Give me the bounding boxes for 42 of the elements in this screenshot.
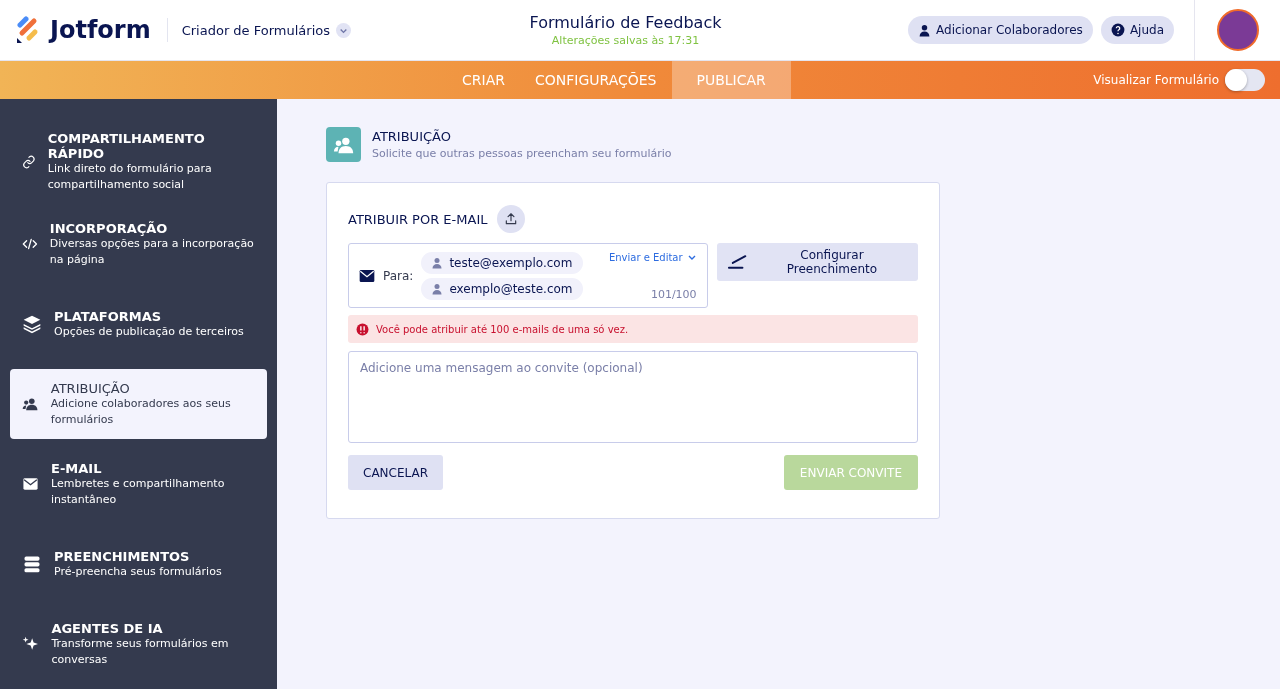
app-menu[interactable]: Criador de Formulários bbox=[181, 22, 351, 38]
recipient-chip[interactable]: teste@exemplo.com bbox=[421, 251, 583, 274]
save-status: Alterações salvas às 17:31 bbox=[551, 34, 700, 47]
person-icon bbox=[431, 282, 444, 295]
upload-icon bbox=[504, 212, 519, 226]
form-title: Formulário de Feedback bbox=[529, 13, 722, 32]
person-icon bbox=[918, 23, 931, 37]
stack-icon bbox=[22, 554, 42, 574]
message-field[interactable]: Adicione uma mensagem ao convite (opcional) bbox=[348, 351, 918, 443]
sidebar-item[interactable]: PLATAFORMAS Opções de publicação de terceiros bbox=[10, 289, 267, 359]
section-title: ATRIBUIÇÃO bbox=[372, 129, 452, 144]
card-title: ATRIBUIR POR E-MAIL bbox=[348, 211, 488, 227]
preview-label: Visualizar Formulário bbox=[1093, 73, 1219, 87]
sidebar-item[interactable]: AGENTES DE IA Transforme seus formulários em conversas bbox=[10, 609, 267, 679]
cancel-button[interactable]: CANCELAR bbox=[348, 455, 444, 490]
preview-toggle[interactable] bbox=[1225, 69, 1265, 91]
sidebar-item[interactable]: INCORPORAÇÃO Diversas opções para a incorporação na página bbox=[10, 209, 267, 279]
recipients-field[interactable]: Para: teste@exemplo.com exemplo@teste.com Enviar e Editar 101/100 bbox=[348, 243, 708, 308]
sidebar-item[interactable]: COMPARTILHAMENTO RÁPIDO Link direto do formulário para compartilhamento social bbox=[10, 125, 267, 199]
sidebar-item[interactable]: ATRIBUIÇÃO Adicione colaboradores aos seus formulários bbox=[10, 369, 267, 439]
upload-button[interactable] bbox=[497, 205, 526, 233]
pen-icon bbox=[726, 254, 748, 270]
to-label: Para: bbox=[383, 268, 414, 283]
chevron-icon bbox=[336, 22, 351, 38]
header-button[interactable]: Ajuda bbox=[1100, 16, 1174, 44]
mode-dropdown[interactable]: Enviar e Editar bbox=[608, 252, 697, 263]
sidebar-item[interactable]: PREENCHIMENTOS Pré-preencha seus formulários bbox=[10, 529, 267, 599]
alert-icon bbox=[356, 322, 369, 336]
prefill-button[interactable]: Configurar Preenchimento bbox=[716, 243, 918, 281]
mail-icon bbox=[359, 268, 375, 283]
people-icon bbox=[326, 127, 361, 162]
help-icon bbox=[1110, 23, 1125, 37]
avatar[interactable] bbox=[1216, 9, 1259, 51]
person-icon bbox=[431, 256, 444, 269]
error-message: Você pode atribuir até 100 e-mails de uma só vez. bbox=[348, 315, 918, 343]
header-button[interactable]: Adicionar Colaboradores bbox=[908, 16, 1093, 44]
section-subtitle: Solicite que outras pessoas preencham seu formulário bbox=[372, 147, 672, 160]
recipient-chip[interactable]: exemplo@teste.com bbox=[421, 277, 583, 300]
recipient-count: 101/100 bbox=[650, 288, 697, 301]
sidebar-item[interactable]: E-MAIL Lembretes e compartilhamento instantâneo bbox=[10, 449, 267, 519]
jotform-logo[interactable]: Jotform bbox=[16, 16, 151, 44]
layers-icon bbox=[22, 314, 42, 334]
